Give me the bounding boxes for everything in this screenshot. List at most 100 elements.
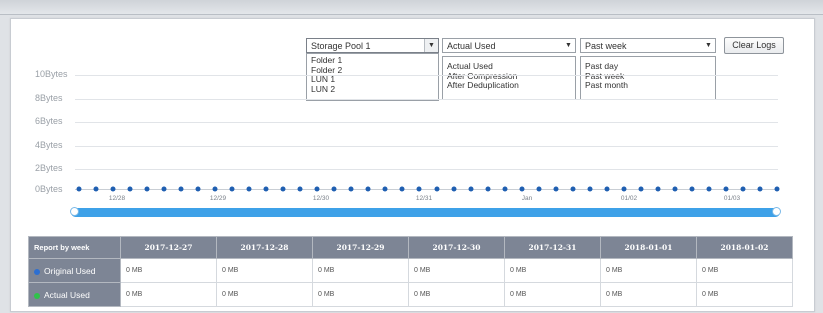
data-point[interactable] [655,186,661,192]
gridline [75,169,778,170]
table-row: Original Used 0 MB 0 MB 0 MB 0 MB 0 MB 0… [28,258,793,283]
data-point[interactable] [76,186,82,192]
column-header: 2017-12-31 [504,236,601,259]
data-point[interactable] [706,186,712,192]
data-point[interactable] [144,186,150,192]
gridline [75,99,778,100]
data-point[interactable] [416,186,422,192]
data-point[interactable] [451,186,457,192]
data-point[interactable] [757,186,763,192]
period-options-list: Past day Past week Past month [580,56,716,100]
table-cell: 0 MB [408,282,505,307]
data-point[interactable] [195,186,201,192]
pool-option-lun-2[interactable]: LUN 2 [311,84,434,95]
metric-select-value: Actual Used [447,41,496,51]
row-label: Original Used [44,265,96,276]
gridline [75,146,778,147]
period-select[interactable]: Past week ▼ [580,38,716,53]
chevron-down-icon[interactable]: ▼ [562,39,575,52]
column-header: 2017-12-28 [216,236,313,259]
table-cell: 0 MB [504,258,601,283]
data-point[interactable] [365,186,371,192]
data-point[interactable] [689,186,695,192]
data-point[interactable] [161,186,167,192]
table-cell: 0 MB [216,258,313,283]
data-point[interactable] [382,186,388,192]
data-point[interactable] [348,186,354,192]
period-option-past-month[interactable]: Past month [585,80,711,91]
data-point[interactable] [246,186,252,192]
data-point[interactable] [519,186,525,192]
time-range-slider[interactable] [70,207,781,217]
column-header: 2018-01-02 [696,236,793,259]
y-tick-label: 2Bytes [35,163,63,173]
row-header-original-used: Original Used [28,258,121,283]
column-header: 2017-12-27 [120,236,217,259]
chevron-down-icon[interactable]: ▼ [702,39,715,52]
data-point[interactable] [178,186,184,192]
data-point[interactable] [587,186,593,192]
data-point[interactable] [604,186,610,192]
clear-logs-button[interactable]: Clear Logs [724,37,784,54]
y-tick-label: 6Bytes [35,116,63,126]
data-point[interactable] [314,186,320,192]
range-end-handle[interactable] [772,207,781,216]
table-row: Actual Used 0 MB 0 MB 0 MB 0 MB 0 MB 0 M… [28,282,793,307]
pool-options-list: Folder 1 Folder 2 LUN 1 LUN 2 [306,53,439,101]
row-label: Actual Used [44,289,90,300]
data-point[interactable] [280,186,286,192]
gridline [75,122,778,123]
data-point[interactable] [212,186,218,192]
data-point[interactable] [485,186,491,192]
legend-dot-icon [34,292,40,299]
pool-select-value: Storage Pool 1 [311,41,371,51]
table-corner-label: Report by week [28,236,121,259]
data-point[interactable] [297,186,303,192]
column-header: 2018-01-01 [600,236,697,259]
pool-select[interactable]: Storage Pool 1 ▼ [306,38,439,53]
range-start-handle[interactable] [70,207,79,216]
data-point[interactable] [570,186,576,192]
data-point[interactable] [672,186,678,192]
table-header-row: Report by week 2017-12-27 2017-12-28 201… [28,236,793,259]
data-point[interactable] [263,186,269,192]
gridline [75,75,778,76]
x-tick-label: Jan [521,195,533,202]
data-point[interactable] [740,186,746,192]
data-point[interactable] [127,186,133,192]
table-cell: 0 MB [696,258,793,283]
y-tick-label: 4Bytes [35,140,63,150]
column-header: 2017-12-29 [312,236,409,259]
metric-options-list: Actual Used After Compression After Dedu… [442,56,576,100]
table-cell: 0 MB [504,282,601,307]
data-point[interactable] [399,186,405,192]
x-tick-label: 01/02 [620,195,638,202]
data-point[interactable] [536,186,542,192]
row-header-actual-used: Actual Used [28,282,121,307]
metric-select[interactable]: Actual Used ▼ [442,38,576,53]
data-point[interactable] [638,186,644,192]
data-point[interactable] [434,186,439,192]
data-point[interactable] [723,186,729,192]
table-cell: 0 MB [120,282,217,307]
data-point[interactable] [774,186,780,192]
x-tick-label: 12/29 [209,195,227,202]
data-point[interactable] [468,186,474,192]
data-point[interactable] [553,186,559,192]
table-cell: 0 MB [216,282,313,307]
table-cell: 0 MB [600,258,697,283]
y-tick-label: 8Bytes [35,93,63,103]
report-table: Report by week 2017-12-27 2017-12-28 201… [28,236,793,307]
data-point[interactable] [229,186,235,192]
data-point[interactable] [502,186,508,192]
table-cell: 0 MB [408,258,505,283]
legend-dot-icon [34,268,40,275]
window-frame [0,0,823,15]
data-point[interactable] [93,186,99,192]
chevron-down-icon[interactable]: ▼ [424,39,438,52]
data-point[interactable] [331,186,337,192]
metric-option-after-deduplication[interactable]: After Deduplication [447,80,571,91]
data-point[interactable] [110,186,116,192]
x-tick-label: 01/03 [723,195,741,202]
data-point[interactable] [621,186,627,192]
